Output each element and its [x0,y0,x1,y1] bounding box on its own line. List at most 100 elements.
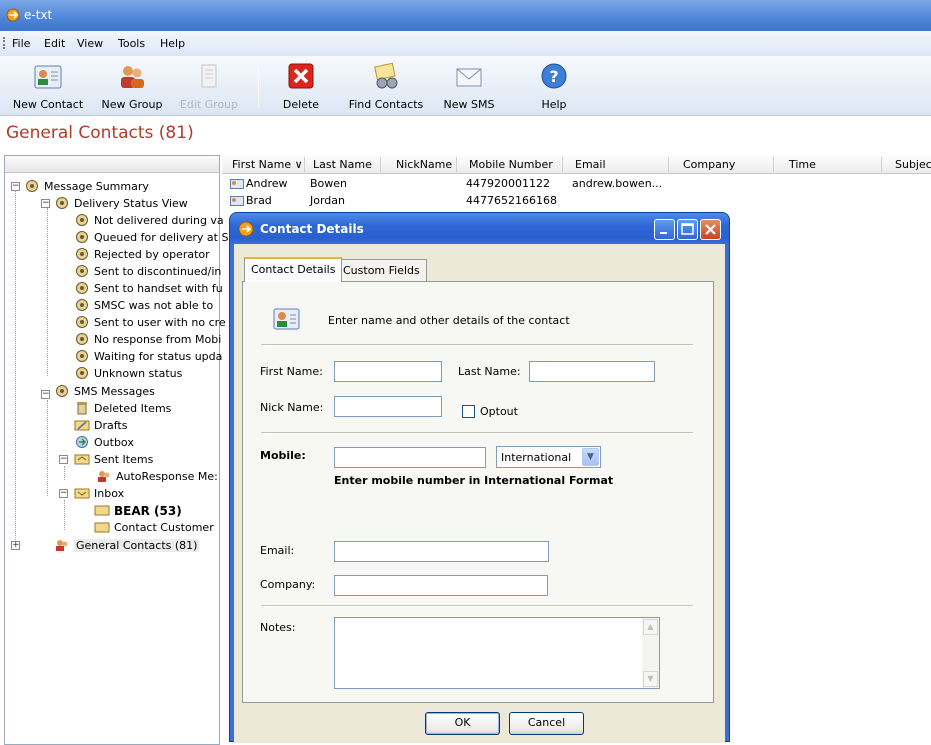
edit-group-button[interactable]: Edit Group [176,60,242,114]
column-email[interactable]: Email [575,158,606,171]
menu-help[interactable]: Help [160,37,185,50]
folder-icon [94,522,110,533]
contact-row-icon [230,196,244,206]
drafts-folder-icon [74,420,90,431]
email-label: Email: [260,544,295,557]
status-gear-icon [56,385,68,397]
envelope-icon [456,68,482,87]
column-separator[interactable] [773,157,774,172]
close-button[interactable] [700,219,721,240]
chevron-down-icon[interactable]: ▼ [582,448,599,466]
column-time[interactable]: Time [789,158,816,171]
menu-edit[interactable]: Edit [44,37,65,50]
contact-row-icon [230,179,244,189]
mobile-field[interactable] [334,447,486,468]
first-name-field[interactable] [334,361,442,382]
last-name-label: Last Name: [458,365,521,378]
question-icon: ? [541,63,567,89]
column-separator[interactable] [380,157,381,172]
collapse-toggle[interactable]: − [41,199,50,208]
expand-toggle[interactable]: + [11,541,20,550]
column-mobile-number[interactable]: Mobile Number [469,158,553,171]
menu-tools[interactable]: Tools [118,37,145,50]
app-logo-icon [238,221,254,237]
section-divider [261,605,693,607]
cancel-button[interactable]: Cancel [509,712,584,735]
status-gear-icon [76,231,88,243]
group-people-icon [121,66,144,88]
toolbar: New Contact New Group Edit Group Delete [0,56,931,116]
menu-file[interactable]: File [12,37,30,50]
tab-contact-details[interactable]: Contact Details [244,257,343,282]
cell-last-name: Bowen [310,177,348,190]
help-button[interactable]: ? Help [524,60,584,114]
cell-first-name: Brad [246,194,272,207]
last-name-field[interactable] [529,361,655,382]
outbox-icon [76,436,88,448]
status-gear-icon [76,350,88,362]
contact-details-dialog: Contact Details Contact Details Custom F… [229,212,730,743]
notes-scrollbar[interactable]: ▲ ▼ [642,618,659,688]
email-field[interactable] [334,541,549,562]
nick-name-field[interactable] [334,396,442,417]
binoculars-icon [374,62,398,89]
column-separator[interactable] [562,157,563,172]
optout-checkbox[interactable] [462,405,475,418]
column-separator[interactable] [668,157,669,172]
status-gear-icon [76,316,88,328]
new-contact-button[interactable]: New Contact [8,60,88,114]
sent-folder-icon [74,454,90,465]
delete-button[interactable]: Delete [268,60,334,114]
app-title: e-txt [24,8,53,22]
maximize-icon [681,223,694,235]
cell-email: andrew.bowen... [572,177,663,190]
collapse-toggle[interactable]: − [11,182,20,191]
nick-name-label: Nick Name: [260,401,324,414]
notes-label: Notes: [260,621,296,634]
column-company[interactable]: Company [683,158,735,171]
column-separator[interactable] [456,157,457,172]
tree-guide-line [47,208,48,376]
collapse-toggle[interactable]: − [41,390,50,399]
folder-icon [94,505,110,516]
svg-text:?: ? [549,67,558,86]
company-field[interactable] [334,575,548,596]
group-people-icon [56,540,68,551]
column-subject[interactable]: Subjec [895,158,931,171]
scroll-up-icon[interactable]: ▲ [643,619,658,635]
ok-button[interactable]: OK [425,712,500,735]
dialog-body: Contact Details Custom Fields Enter name… [234,244,725,743]
app-title-bar: e-txt [0,0,931,31]
column-separator[interactable] [881,157,882,172]
collapse-toggle[interactable]: − [59,489,68,498]
cell-mobile: 4477652166168 [466,194,557,207]
menu-view[interactable]: View [77,37,103,50]
cell-last-name: Jordan [310,194,345,207]
mobile-format-select[interactable]: International ▼ [496,446,601,468]
tab-custom-fields[interactable]: Custom Fields [336,259,427,281]
status-gear-icon [76,282,88,294]
grid-header: First Name ∨ Last Name NickName Mobile N… [222,155,931,174]
column-last-name[interactable]: Last Name [313,158,372,171]
menu-bar: File Edit View Tools Help [0,31,931,56]
optout-label: Optout [480,405,518,418]
cell-first-name: Andrew [246,177,288,190]
dialog-intro-text: Enter name and other details of the cont… [328,314,570,327]
trash-icon [77,402,87,415]
collapse-toggle[interactable]: − [59,455,68,464]
find-contacts-button[interactable]: Find Contacts [344,60,428,114]
minimize-button[interactable] [654,219,675,240]
scroll-down-icon[interactable]: ▼ [643,671,658,687]
column-nickname[interactable]: NickName [396,158,452,171]
notes-textarea[interactable]: ▲ ▼ [334,617,660,689]
maximize-button[interactable] [677,219,698,240]
column-first-name[interactable]: First Name ∨ [232,158,303,171]
column-separator[interactable] [304,157,305,172]
dialog-title-bar[interactable]: Contact Details [230,213,729,244]
new-sms-button[interactable]: New SMS [436,60,502,114]
company-label: Company: [260,578,316,591]
red-x-icon [288,63,314,89]
new-group-button[interactable]: New Group [98,60,166,114]
menu-grip [3,37,5,49]
section-divider [261,344,693,346]
